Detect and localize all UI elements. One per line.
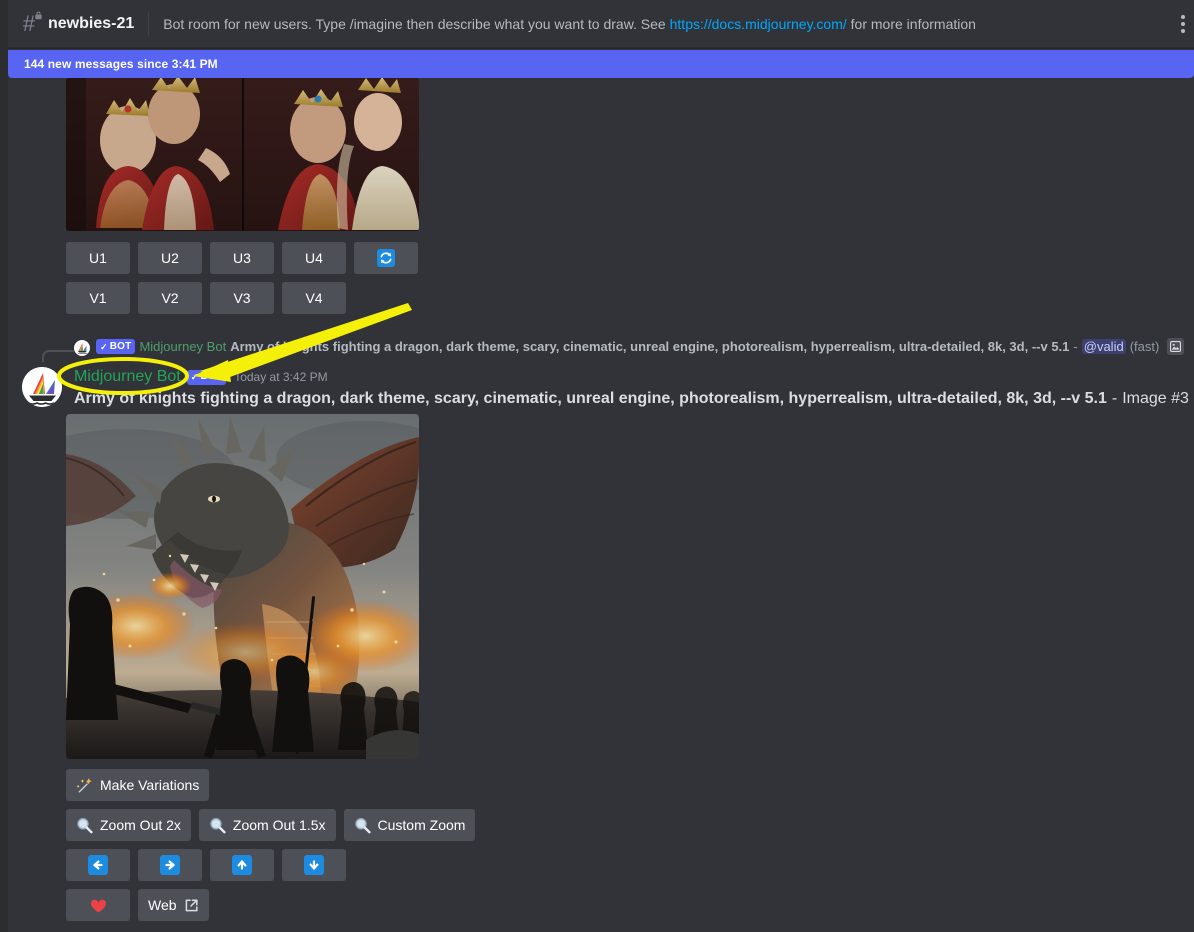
discord-window: # newbies-21 Bot room for new users. Typ… (0, 0, 1194, 932)
bot-check-icon: ✓ (100, 341, 108, 352)
reply-speed-label: (fast) (1129, 339, 1160, 354)
magnifier-icon (209, 817, 226, 834)
reroll-icon (377, 249, 395, 267)
arrow-down-icon (304, 855, 324, 875)
message-timestamp: Today at 3:42 PM (234, 370, 328, 384)
grid-image-attachment[interactable] (66, 78, 419, 231)
message-content: Army of knights fighting a dragon, dark … (74, 389, 1190, 409)
zoom-out-2x-label: Zoom Out 2x (100, 817, 181, 833)
image-attachment-icon[interactable] (1167, 338, 1185, 355)
reroll-button[interactable] (354, 242, 418, 274)
channel-topic: Bot room for new users. Type /imagine th… (163, 16, 976, 32)
upscale-u2-button[interactable]: U2 (138, 242, 202, 274)
left-rail-strip (0, 0, 8, 932)
pan-right-button[interactable] (138, 849, 202, 881)
message-bot-badge: ✓ BOT (186, 369, 227, 385)
bot-check-icon: ✓ (190, 372, 199, 382)
midjourney-sailboat-avatar (22, 367, 62, 407)
dragon-battle-art (66, 414, 419, 759)
pan-left-button[interactable] (66, 849, 130, 881)
magic-wand-icon (76, 777, 93, 794)
make-variations-button[interactable]: Make Variations (66, 769, 210, 801)
zoom-button-row: Zoom Out 2x Zoom Out 1.5x Custom Zoom (66, 809, 476, 841)
upscale-u1-button[interactable]: U1 (66, 242, 130, 274)
generated-image-attachment[interactable] (66, 414, 419, 759)
channel-name[interactable]: newbies-21 (48, 15, 134, 33)
magnifier-icon (354, 817, 371, 834)
arrow-right-icon (160, 855, 180, 875)
make-variations-label: Make Variations (100, 777, 200, 793)
arrow-left-icon (88, 855, 108, 875)
midjourney-docs-link[interactable]: https://docs.midjourney.com/ (670, 16, 847, 32)
reply-bot-badge: ✓ BOT (96, 339, 136, 354)
more-options-icon[interactable] (1174, 14, 1192, 33)
misc-button-row: Web (66, 889, 209, 921)
pan-up-button[interactable] (210, 849, 274, 881)
reply-context[interactable]: ✓ BOT Midjourney Bot Army of knights figh… (8, 336, 1194, 362)
magnifier-icon (76, 817, 93, 834)
message-list: U1 U2 U3 U4 V1 V2 V3 V4 ✓ BOT Midjourney… (8, 78, 1194, 932)
arrow-up-icon (232, 855, 252, 875)
lock-icon (35, 11, 42, 19)
reply-spine (42, 350, 74, 362)
variation-v1-button[interactable]: V1 (66, 282, 130, 314)
channel-topic-suffix: for more information (846, 15, 976, 32)
header-actions (1174, 14, 1194, 33)
message-prompt: Army of knights fighting a dragon, dark … (74, 390, 1107, 407)
message-header: Midjourney Bot ✓ BOT Today at 3:42 PM (74, 368, 328, 386)
upscale-u3-button[interactable]: U3 (210, 242, 274, 274)
reply-avatar (74, 340, 90, 356)
pan-down-button[interactable] (282, 849, 346, 881)
variation-button-row: V1 V2 V3 V4 (66, 282, 346, 314)
web-button[interactable]: Web (138, 889, 209, 921)
variation-v3-button[interactable]: V3 (210, 282, 274, 314)
reply-username[interactable]: Midjourney Bot (139, 339, 226, 354)
upscale-u4-button[interactable]: U4 (282, 242, 346, 274)
zoom-out-1-5x-label: Zoom Out 1.5x (232, 817, 326, 833)
custom-zoom-label: Custom Zoom (377, 817, 466, 833)
pan-button-row (66, 849, 346, 881)
favorite-button[interactable] (66, 889, 130, 921)
upscale-button-row: U1 U2 U3 U4 (66, 242, 418, 274)
reply-message-text: Army of knights fighting a dragon, dark … (230, 339, 1070, 354)
reply-bot-badge-label: BOT (109, 340, 132, 352)
message-avatar[interactable] (22, 367, 62, 407)
channel-header: # newbies-21 Bot room for new users. Typ… (8, 0, 1194, 48)
reply-body: ✓ BOT Midjourney Bot Army of knights figh… (96, 338, 1194, 355)
message-separator: - (1111, 390, 1118, 407)
message-username[interactable]: Midjourney Bot (74, 368, 181, 386)
web-label: Web (148, 897, 177, 913)
new-messages-label: 144 new messages since 3:41 PM (24, 57, 218, 71)
header-divider (148, 11, 150, 36)
hash-lock-icon: # (16, 11, 42, 37)
reply-mention[interactable]: @valid (1081, 339, 1126, 354)
new-messages-bar[interactable]: 144 new messages since 3:41 PM (8, 50, 1194, 78)
midjourney-sailboat-avatar (75, 341, 89, 355)
reply-separator: - (1073, 339, 1078, 354)
heart-icon (89, 896, 108, 915)
channel-topic-prefix: Bot room for new users. Type /imagine th… (163, 15, 670, 32)
message-image-label: Image #3 (1122, 390, 1189, 407)
message-bot-badge-label: BOT (200, 371, 223, 382)
custom-zoom-button[interactable]: Custom Zoom (343, 809, 476, 841)
royal-portraits-grid-art (66, 78, 419, 231)
zoom-out-2x-button[interactable]: Zoom Out 2x (66, 809, 191, 841)
variation-v2-button[interactable]: V2 (138, 282, 202, 314)
variation-v4-button[interactable]: V4 (282, 282, 346, 314)
zoom-out-1-5x-button[interactable]: Zoom Out 1.5x (198, 809, 336, 841)
external-link-icon (184, 898, 199, 913)
make-variations-row: Make Variations (66, 769, 210, 801)
